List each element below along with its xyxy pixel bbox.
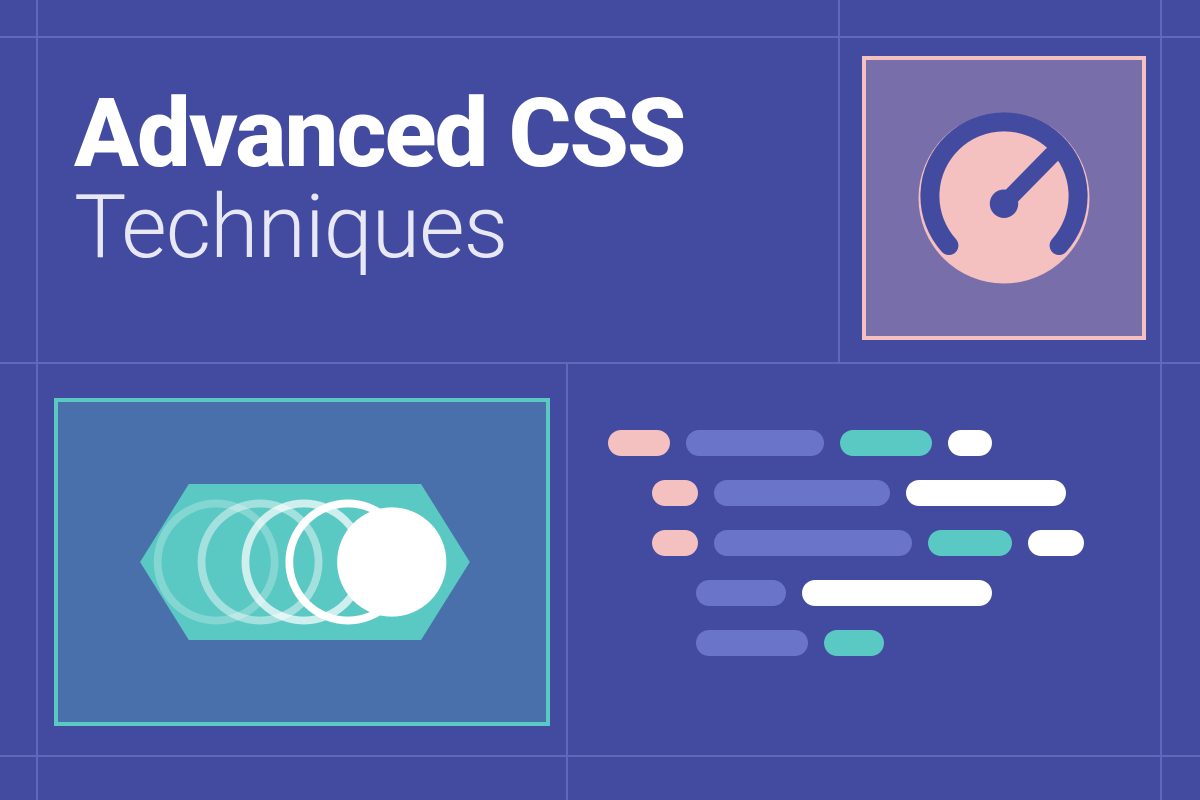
- title-line-1: Advanced CSS: [74, 86, 685, 184]
- grid-line: [838, 0, 840, 362]
- grid-line: [36, 0, 38, 800]
- performance-gauge-card: [862, 56, 1146, 340]
- page-title: Advanced CSS Techniques: [74, 86, 685, 277]
- title-line-2: Techniques: [74, 180, 685, 277]
- motion-trail-icon: [58, 402, 546, 722]
- gauge-icon: [909, 103, 1099, 293]
- code-snippet-card: [608, 430, 1148, 720]
- grid-line: [0, 362, 1200, 364]
- grid-line: [1160, 0, 1162, 800]
- code-tokens-icon: [608, 430, 1148, 656]
- animation-card: [54, 398, 550, 726]
- grid-line: [0, 755, 1200, 757]
- grid-line: [566, 362, 568, 800]
- grid-line: [0, 36, 1200, 38]
